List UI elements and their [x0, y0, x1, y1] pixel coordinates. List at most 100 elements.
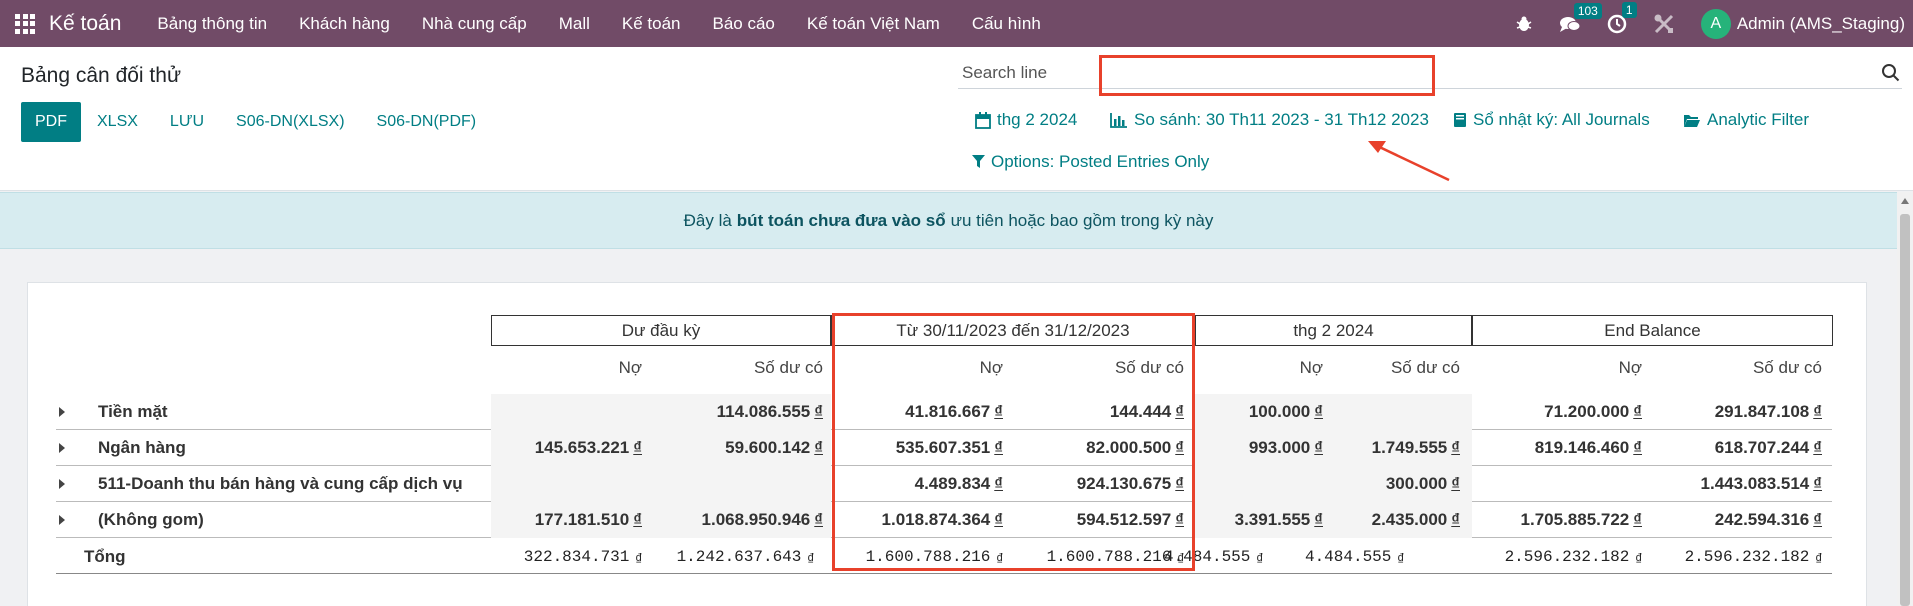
user-menu[interactable]: Admin (AMS_Staging) [1737, 14, 1905, 34]
amount-cell: 300.000 ₫ [1385, 474, 1460, 493]
alert-bold-text: bút toán chưa đưa vào sổ [736, 210, 946, 230]
funnel-icon [972, 155, 985, 169]
annotation-arrow [1368, 141, 1450, 182]
menu-item-configuration[interactable]: Cấu hình [956, 0, 1057, 47]
total-amount-cell: 2.596.232.182 ₫ [1504, 548, 1642, 566]
total-amount-cell: 322.834.731 ₫ [523, 548, 642, 566]
sub-header-debit: Nợ [618, 358, 642, 377]
folder-open-icon [1683, 113, 1701, 128]
currency-symbol: ₫ [1314, 402, 1323, 421]
currency-symbol: ₫ [807, 553, 814, 565]
account-label[interactable]: 511-Doanh thu bán hàng và cung cấp dịch … [98, 474, 463, 494]
amount-cell: 145.653.221 ₫ [534, 438, 642, 457]
chat-icon[interactable]: 103 [1559, 2, 1602, 33]
amount-cell: 59.600.142 ₫ [725, 438, 823, 457]
tools-icon[interactable] [1653, 13, 1675, 35]
account-label[interactable]: Tiền mặt [98, 402, 168, 422]
annotation-comparison-column-box [832, 313, 1195, 571]
search-icon[interactable] [1881, 63, 1900, 87]
scroll-thumb[interactable] [1900, 214, 1910, 606]
menu-item-customers[interactable]: Khách hàng [283, 0, 406, 47]
sub-header-credit: Số dư có [1390, 358, 1460, 377]
apps-grid-icon[interactable] [15, 13, 35, 34]
journals-filter[interactable]: Sổ nhật ký: All Journals [1453, 110, 1650, 130]
systray: 103 1 A Admin (AMS_Staging) [1515, 0, 1913, 47]
scroll-up-arrow-icon[interactable] [1901, 198, 1909, 204]
currency-symbol: ₫ [1813, 474, 1822, 493]
amount-cell: 1.068.950.946 ₫ [701, 510, 823, 529]
app-brand[interactable]: Kế toán [49, 12, 121, 36]
currency-symbol: ₫ [1633, 438, 1642, 457]
activity-clock-icon[interactable]: 1 [1607, 1, 1637, 34]
page-title: Bảng cân đối thử [21, 64, 182, 87]
save-button[interactable]: LƯU [154, 102, 220, 142]
total-label: Tổng [84, 547, 126, 566]
currency-symbol: ₫ [1451, 510, 1460, 529]
analytic-filter[interactable]: Analytic Filter [1683, 110, 1809, 130]
menu-item-mall[interactable]: Mall [543, 0, 606, 47]
amount-cell: 291.847.108 ₫ [1714, 402, 1822, 421]
currency-symbol: ₫ [635, 553, 642, 565]
caret-right-icon[interactable] [59, 443, 65, 453]
currency-symbol: ₫ [1813, 510, 1822, 529]
amount-cell: 1.443.083.514 ₫ [1700, 474, 1822, 493]
s06-xlsx-button[interactable]: S06-DN(XLSX) [220, 102, 360, 142]
total-amount-cell: 4.484.555 ₫ [1304, 548, 1404, 566]
menu-item-accounting[interactable]: Kế toán [606, 0, 697, 47]
currency-symbol: ₫ [1813, 438, 1822, 457]
menu-item-vn-accounting[interactable]: Kế toán Việt Nam [791, 0, 956, 47]
analytic-filter-label: Analytic Filter [1707, 110, 1810, 129]
account-label[interactable]: Ngân hàng [98, 438, 186, 458]
total-amount-cell: 1.242.637.643 ₫ [676, 548, 814, 566]
account-label[interactable]: (Không gom) [98, 510, 204, 530]
currency-symbol: ₫ [814, 402, 823, 421]
amount-cell: 819.146.460 ₫ [1534, 438, 1642, 457]
main-menu: Bảng thông tin Khách hàng Nhà cung cấp M… [141, 0, 1056, 47]
control-panel: Bảng cân đối thử PDF XLSX LƯU S06-DN(XLS… [0, 47, 1913, 191]
total-amount-cell: 2.596.232.182 ₫ [1684, 548, 1822, 566]
report-action-buttons: PDF XLSX LƯU S06-DN(XLSX) S06-DN(PDF) [21, 102, 492, 142]
sub-header-credit: Số dư có [1752, 358, 1822, 377]
currency-symbol: ₫ [814, 438, 823, 457]
user-avatar[interactable]: A [1700, 8, 1731, 39]
menu-item-dashboard[interactable]: Bảng thông tin [141, 0, 283, 47]
sub-header-debit: Nợ [1618, 358, 1642, 377]
journals-filter-label: Sổ nhật ký: All Journals [1473, 110, 1650, 129]
s06-pdf-button[interactable]: S06-DN(PDF) [361, 102, 493, 142]
currency-symbol: ₫ [1815, 553, 1822, 565]
caret-right-icon[interactable] [59, 515, 65, 525]
currency-symbol: ₫ [1635, 553, 1642, 565]
currency-symbol: ₫ [1397, 553, 1404, 565]
amount-cell: 1.705.885.722 ₫ [1520, 510, 1642, 529]
caret-right-icon[interactable] [59, 479, 65, 489]
alert-prefix: Đây là [683, 210, 732, 230]
amount-cell: 114.086.555 ₫ [716, 402, 823, 421]
bar-chart-icon [1110, 112, 1128, 128]
page-scrollbar[interactable] [1897, 192, 1913, 606]
menu-item-reports[interactable]: Báo cáo [697, 0, 791, 47]
amount-cell: 1.749.555 ₫ [1371, 438, 1460, 457]
column-group-opening: Dư đầu kỳ [491, 315, 831, 346]
row-shade [491, 466, 831, 502]
caret-right-icon[interactable] [59, 407, 65, 417]
messages-badge: 103 [1573, 2, 1602, 19]
bug-icon[interactable] [1515, 15, 1533, 33]
alert-suffix: ưu tiên hoặc bao gồm trong kỳ này [950, 210, 1214, 230]
options-filter[interactable]: Options: Posted Entries Only [972, 152, 1209, 172]
amount-cell: 177.181.510 ₫ [534, 510, 642, 529]
column-group-period: thg 2 2024 [1195, 315, 1472, 346]
currency-symbol: ₫ [633, 438, 642, 457]
xlsx-button[interactable]: XLSX [81, 102, 154, 142]
currency-symbol: ₫ [1813, 402, 1822, 421]
currency-symbol: ₫ [1451, 474, 1460, 493]
top-navbar: Kế toán Bảng thông tin Khách hàng Nhà cu… [0, 0, 1913, 47]
draft-entries-alert: Đây là bút toán chưa đưa vào sổ ưu tiên … [0, 192, 1897, 249]
options-filter-label: Options: Posted Entries Only [991, 152, 1210, 171]
currency-symbol: ₫ [1451, 438, 1460, 457]
currency-symbol: ₫ [814, 510, 823, 529]
pdf-button[interactable]: PDF [21, 102, 81, 142]
date-filter[interactable]: thg 2 2024 [975, 110, 1077, 130]
sub-header-credit: Số dư có [753, 358, 823, 377]
amount-cell: 618.707.244 ₫ [1714, 438, 1822, 457]
menu-item-vendors[interactable]: Nhà cung cấp [406, 0, 543, 47]
